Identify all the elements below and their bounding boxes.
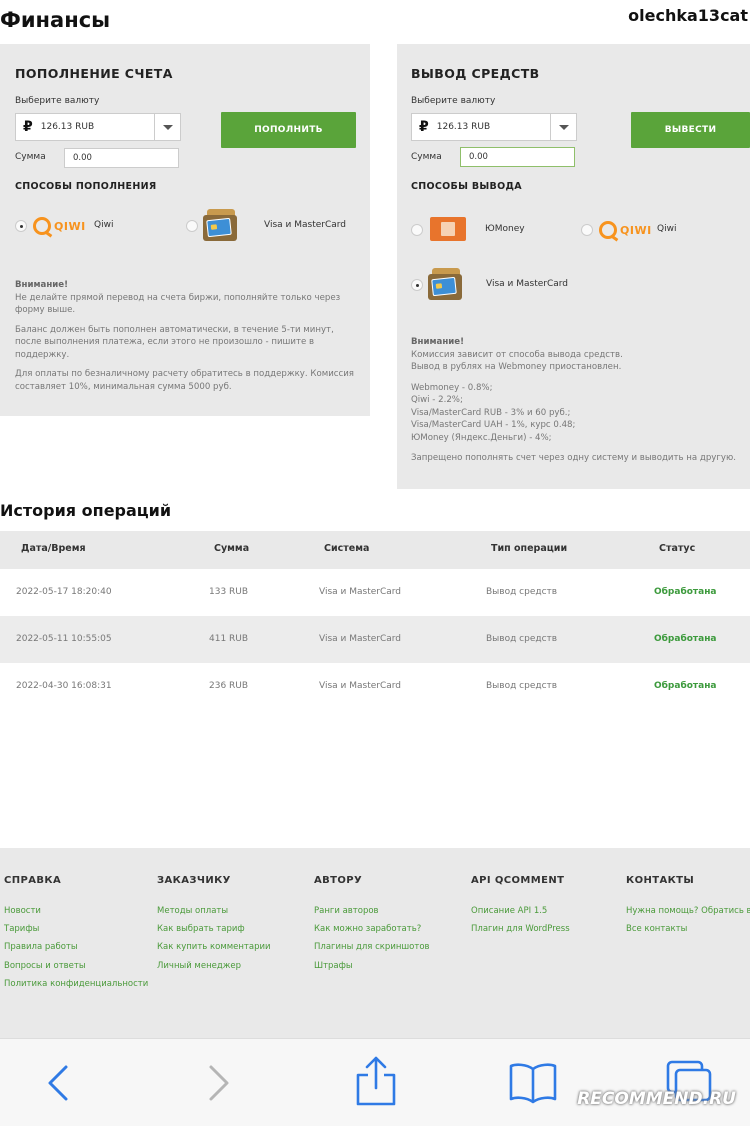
table-header: Дата/Время Сумма Система Тип операции Ст… bbox=[0, 531, 750, 569]
col-status: Статус bbox=[659, 543, 696, 554]
footer-heading: КОНТАКТЫ bbox=[626, 875, 695, 886]
footer-link[interactable]: Правила работы bbox=[4, 942, 78, 952]
withdraw-currency-label: Выберите валюту bbox=[411, 96, 496, 106]
deposit-amount-label: Сумма bbox=[15, 152, 46, 162]
chevron-down-icon[interactable] bbox=[154, 114, 180, 140]
username[interactable]: olechka13cat bbox=[628, 6, 748, 25]
deposit-currency-value: 126.13 RUB bbox=[40, 122, 95, 132]
footer-link[interactable]: Штрафы bbox=[314, 961, 353, 971]
footer-link[interactable]: Личный менеджер bbox=[157, 961, 241, 971]
withdraw-method-ym-radio[interactable] bbox=[411, 224, 423, 236]
footer-link[interactable]: Плагин для WordPress bbox=[471, 924, 570, 934]
cell-date: 2022-05-11 10:55:05 bbox=[16, 634, 112, 644]
cell-status: Обработана bbox=[654, 587, 717, 597]
watermark: RECOMMEND.RU bbox=[577, 1089, 736, 1109]
history-title: История операций bbox=[0, 501, 172, 520]
deposit-method-qiwi-label: Qiwi bbox=[94, 220, 114, 230]
col-date: Дата/Время bbox=[21, 543, 86, 554]
deposit-title: ПОПОЛНЕНИЕ СЧЕТА bbox=[15, 66, 173, 81]
withdraw-currency-select[interactable]: ₽ 126.13 RUB bbox=[411, 113, 577, 141]
footer-link[interactable]: Описание API 1.5 bbox=[471, 906, 547, 916]
cell-type: Вывод средств bbox=[486, 587, 558, 597]
ruble-icon: ₽ bbox=[23, 119, 33, 135]
cell-status: Обработана bbox=[654, 634, 717, 644]
yumoney-logo-icon bbox=[430, 217, 466, 241]
cell-type: Вывод средств bbox=[486, 634, 558, 644]
deposit-method-qiwi-radio[interactable] bbox=[15, 220, 27, 232]
footer-heading: API QCOMMENT bbox=[471, 875, 565, 886]
footer-link[interactable]: Методы оплаты bbox=[157, 906, 228, 916]
withdraw-button[interactable]: ВЫВЕСТИ bbox=[631, 112, 750, 148]
cell-system: Visa и MasterCard bbox=[319, 681, 402, 691]
footer-heading: ЗАКАЗЧИКУ bbox=[157, 875, 231, 886]
wallet-card-icon bbox=[428, 268, 464, 300]
deposit-methods-title: СПОСОБЫ ПОПОЛНЕНИЯ bbox=[15, 181, 157, 192]
cell-amount: 133 RUB bbox=[209, 587, 249, 597]
cell-amount: 236 RUB bbox=[209, 681, 249, 691]
footer-link[interactable]: Нужна помощь? Обратись в с bbox=[626, 906, 750, 916]
withdraw-panel: ВЫВОД СРЕДСТВ Выберите валюту ₽ 126.13 R… bbox=[397, 44, 750, 489]
withdraw-currency-value: 126.13 RUB bbox=[436, 122, 491, 132]
qiwi-logo-icon: QIWI bbox=[33, 217, 86, 235]
deposit-currency-label: Выберите валюту bbox=[15, 96, 100, 106]
deposit-notice: Внимание! Не делайте прямой перевод на с… bbox=[15, 280, 354, 392]
footer: СПРАВКА Новости Тарифы Правила работы Во… bbox=[0, 848, 750, 1038]
footer-link[interactable]: Плагины для скриншотов bbox=[314, 942, 430, 952]
withdraw-method-qiwi-radio[interactable] bbox=[581, 224, 593, 236]
footer-link[interactable]: Ранги авторов bbox=[314, 906, 379, 916]
deposit-method-card-label: Visa и MasterCard bbox=[264, 220, 347, 230]
cell-system: Visa и MasterCard bbox=[319, 587, 402, 597]
history-table: Дата/Время Сумма Система Тип операции Ст… bbox=[0, 531, 750, 710]
footer-link[interactable]: Вопросы и ответы bbox=[4, 961, 86, 971]
deposit-panel: ПОПОЛНЕНИЕ СЧЕТА Выберите валюту ₽ 126.1… bbox=[0, 44, 370, 416]
col-type: Тип операции bbox=[491, 543, 568, 554]
qiwi-logo-icon: QIWI bbox=[599, 221, 652, 239]
back-icon[interactable] bbox=[44, 1063, 72, 1103]
deposit-amount-input[interactable]: 0.00 bbox=[64, 148, 179, 168]
col-amount: Сумма bbox=[214, 543, 250, 554]
finance-page: Финансы olechka13cat ПОПОЛНЕНИЕ СЧЕТА Вы… bbox=[0, 0, 750, 1126]
footer-heading: СПРАВКА bbox=[4, 875, 62, 886]
cell-type: Вывод средств bbox=[486, 681, 558, 691]
withdraw-amount-label: Сумма bbox=[411, 152, 442, 162]
table-row: 2022-05-11 10:55:05 411 RUB Visa и Maste… bbox=[0, 616, 750, 663]
withdraw-title: ВЫВОД СРЕДСТВ bbox=[411, 66, 540, 81]
withdraw-method-card-radio[interactable] bbox=[411, 279, 423, 291]
footer-link[interactable]: Тарифы bbox=[4, 924, 39, 934]
cell-date: 2022-04-30 16:08:31 bbox=[16, 681, 112, 691]
footer-link[interactable]: Как выбрать тариф bbox=[157, 924, 245, 934]
forward-icon[interactable] bbox=[205, 1063, 233, 1103]
browser-toolbar: RECOMMEND.RU bbox=[0, 1038, 750, 1126]
share-icon[interactable] bbox=[355, 1055, 397, 1107]
chevron-down-icon[interactable] bbox=[550, 114, 576, 140]
footer-heading: АВТОРУ bbox=[314, 875, 363, 886]
footer-link[interactable]: Все контакты bbox=[626, 924, 687, 934]
cell-status: Обработана bbox=[654, 681, 717, 691]
withdraw-method-card-label: Visa и MasterCard bbox=[486, 279, 569, 289]
withdraw-method-qiwi-label: Qiwi bbox=[657, 224, 677, 234]
withdraw-method-ym-label: ЮMoney bbox=[485, 224, 525, 234]
withdraw-notice: Внимание! Комиссия зависит от способа вы… bbox=[411, 337, 736, 463]
deposit-method-card-radio[interactable] bbox=[186, 220, 198, 232]
col-system: Система bbox=[324, 543, 370, 554]
footer-link[interactable]: Новости bbox=[4, 906, 41, 916]
wallet-card-icon bbox=[203, 209, 239, 241]
ruble-icon: ₽ bbox=[419, 119, 429, 135]
footer-link[interactable]: Как купить комментарии bbox=[157, 942, 271, 952]
deposit-currency-select[interactable]: ₽ 126.13 RUB bbox=[15, 113, 181, 141]
cell-amount: 411 RUB bbox=[209, 634, 249, 644]
withdraw-amount-input[interactable]: 0.00 bbox=[460, 147, 575, 167]
cell-date: 2022-05-17 18:20:40 bbox=[16, 587, 112, 597]
bookmarks-icon[interactable] bbox=[508, 1061, 558, 1105]
table-row: 2022-05-17 18:20:40 133 RUB Visa и Maste… bbox=[0, 569, 750, 616]
table-row: 2022-04-30 16:08:31 236 RUB Visa и Maste… bbox=[0, 663, 750, 710]
footer-link[interactable]: Политика конфиденциальности bbox=[4, 979, 148, 989]
footer-link[interactable]: Как можно заработать? bbox=[314, 924, 421, 934]
deposit-button[interactable]: ПОПОЛНИТЬ bbox=[221, 112, 356, 148]
page-title: Финансы bbox=[0, 8, 111, 32]
withdraw-methods-title: СПОСОБЫ ВЫВОДА bbox=[411, 181, 522, 192]
cell-system: Visa и MasterCard bbox=[319, 634, 402, 644]
